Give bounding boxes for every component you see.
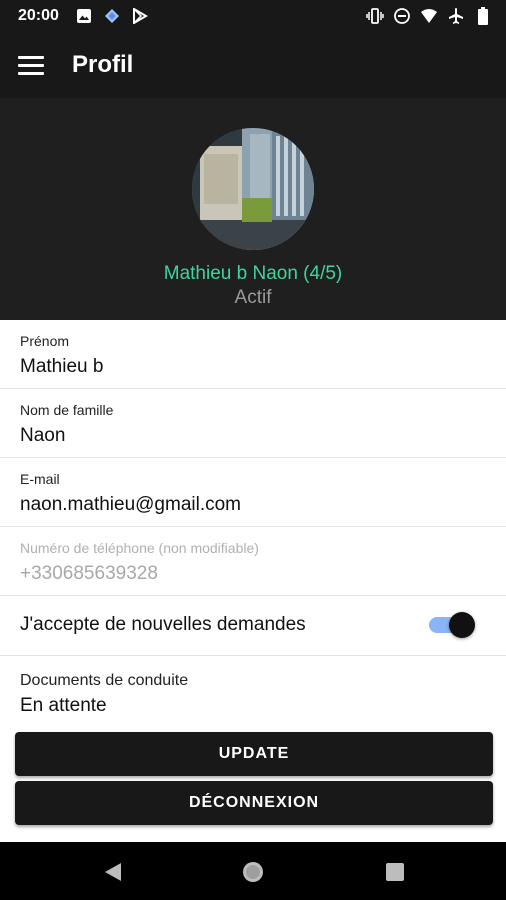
status-notification-icons <box>75 7 149 25</box>
logout-button[interactable]: DÉCONNEXION <box>15 781 493 825</box>
status-system-icons <box>366 7 492 25</box>
home-icon[interactable] <box>241 860 265 884</box>
first-name-field[interactable]: Prénom Mathieu b <box>0 320 506 389</box>
first-name-value[interactable]: Mathieu b <box>20 356 103 378</box>
wifi-icon <box>420 7 438 25</box>
navigation-bar <box>0 842 506 900</box>
last-name-label: Nom de famille <box>20 402 114 418</box>
accept-requests-label: J'accepte de nouvelles demandes <box>20 614 306 635</box>
email-field[interactable]: E-mail naon.mathieu@gmail.com <box>0 458 506 527</box>
last-name-value[interactable]: Naon <box>20 425 65 447</box>
first-name-label: Prénom <box>20 333 70 349</box>
menu-icon[interactable] <box>18 51 46 79</box>
back-icon[interactable] <box>101 860 125 884</box>
play-store-icon <box>131 7 149 25</box>
recents-icon[interactable] <box>383 860 407 884</box>
email-value[interactable]: naon.mathieu@gmail.com <box>20 494 241 516</box>
battery-icon <box>474 7 492 25</box>
driving-documents-label: Documents de conduite <box>20 672 189 689</box>
driving-documents-row: Documents de conduite En attente <box>0 656 506 726</box>
phone-label: Numéro de téléphone (non modifiable) <box>20 540 259 556</box>
avatar[interactable] <box>192 128 314 250</box>
diamond-icon <box>103 7 121 25</box>
image-icon <box>75 7 93 25</box>
phone-value: +330685639328 <box>20 563 158 584</box>
accept-requests-row: J'accepte de nouvelles demandes <box>0 596 506 656</box>
airplane-icon <box>447 7 465 25</box>
accept-requests-toggle[interactable] <box>429 612 475 638</box>
profile-status: Actif <box>234 287 272 308</box>
app-bar: Profil <box>0 32 506 98</box>
status-time: 20:00 <box>18 7 59 24</box>
toggle-thumb <box>449 612 475 638</box>
profile-header: Mathieu b Naon (4/5) Actif <box>0 98 506 320</box>
page-title: Profil <box>72 51 134 78</box>
update-button[interactable]: UPDATE <box>15 732 493 776</box>
last-name-field[interactable]: Nom de famille Naon <box>0 389 506 458</box>
phone-field: Numéro de téléphone (non modifiable) +33… <box>0 527 506 596</box>
profile-name: Mathieu b Naon (4/5) <box>163 263 343 284</box>
vibrate-icon <box>366 7 384 25</box>
status-bar: 20:00 <box>0 0 506 32</box>
driving-documents-status: En attente <box>20 695 107 716</box>
email-label: E-mail <box>20 471 60 487</box>
do-not-disturb-icon <box>393 7 411 25</box>
